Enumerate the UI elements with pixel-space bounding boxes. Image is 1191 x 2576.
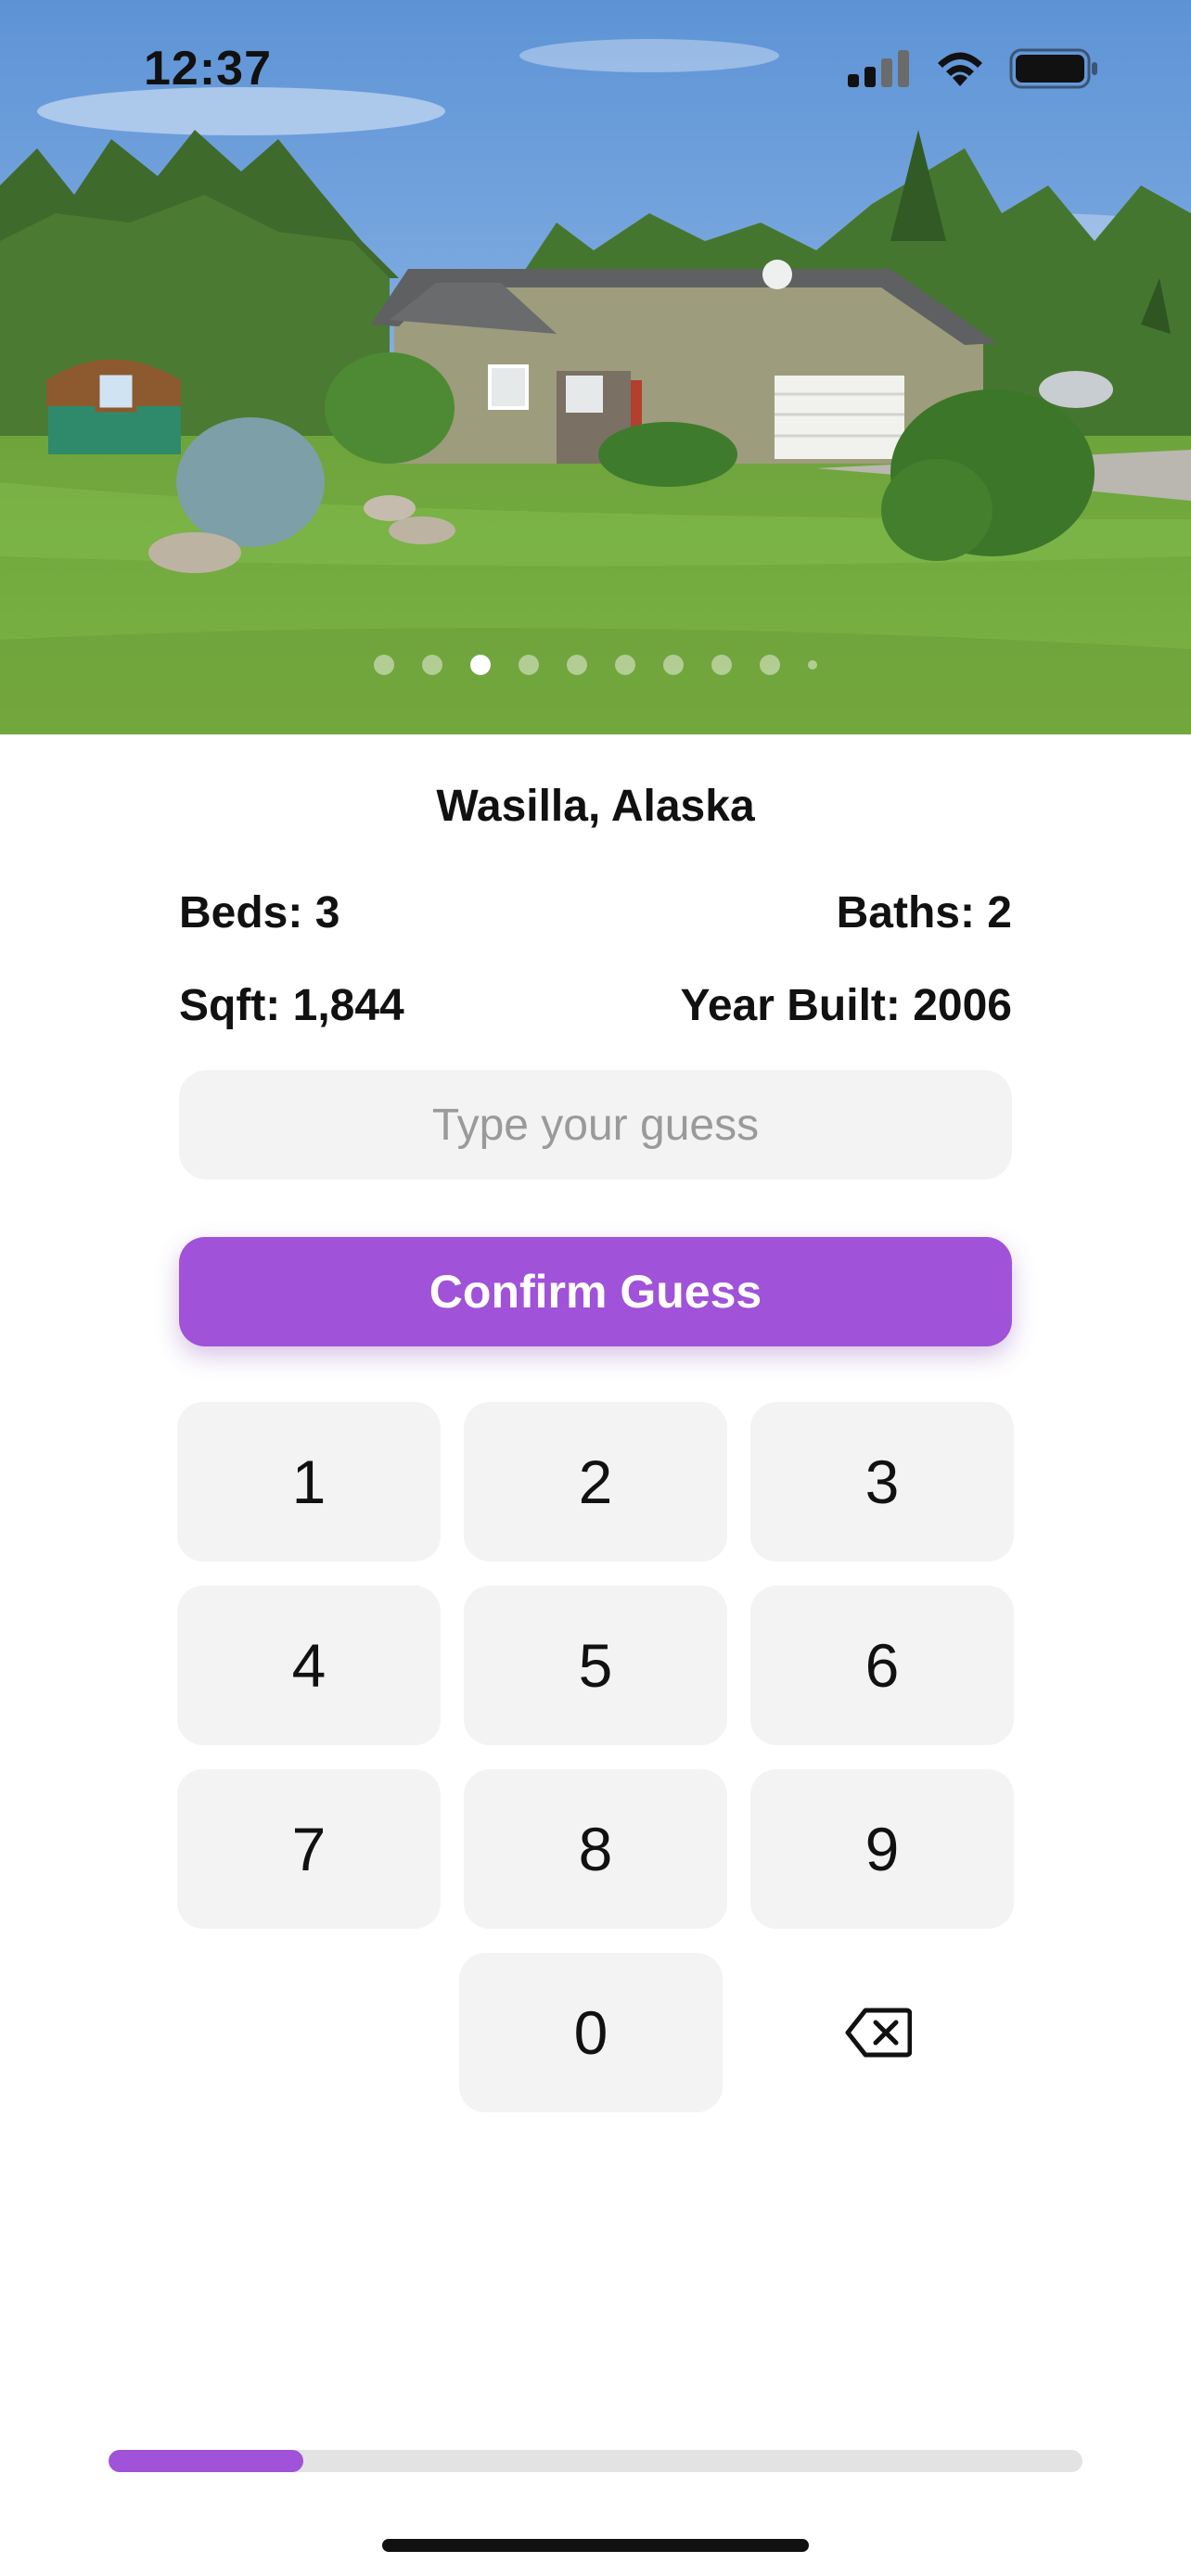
- carousel-page-indicator[interactable]: [0, 655, 1191, 675]
- carousel-dot[interactable]: [615, 655, 635, 675]
- carousel-dot[interactable]: [519, 655, 539, 675]
- cellular-signal-icon: [848, 50, 909, 87]
- carousel-dot[interactable]: [808, 660, 817, 670]
- carousel-dot[interactable]: [567, 655, 587, 675]
- baths-count: Baths: 2: [836, 888, 1012, 937]
- carousel-dot-active[interactable]: [470, 655, 491, 675]
- keypad-key-2[interactable]: 2: [464, 1402, 727, 1562]
- house-photo: [0, 0, 1191, 734]
- progress-fill: [109, 2450, 303, 2472]
- carousel-dot[interactable]: [711, 655, 732, 675]
- square-footage: Sqft: 1,844: [179, 981, 404, 1030]
- keypad-key-8[interactable]: 8: [464, 1769, 727, 1929]
- guess-input[interactable]: [179, 1070, 1012, 1180]
- carousel-dot[interactable]: [663, 655, 684, 675]
- listing-photo-carousel[interactable]: 12:37: [0, 0, 1191, 734]
- round-progress-bar: [109, 2450, 1082, 2472]
- keypad-backspace-button[interactable]: [747, 1953, 1010, 2112]
- keypad-key-4[interactable]: 4: [177, 1586, 441, 1745]
- year-built: Year Built: 2006: [680, 981, 1012, 1030]
- keypad-key-3[interactable]: 3: [750, 1402, 1014, 1562]
- listing-location: Wasilla, Alaska: [436, 782, 755, 831]
- keypad-key-1[interactable]: 1: [177, 1402, 441, 1562]
- battery-icon: [1009, 48, 1097, 89]
- backspace-icon: [845, 2008, 912, 2058]
- status-time: 12:37: [144, 42, 272, 96]
- confirm-guess-button[interactable]: Confirm Guess: [179, 1237, 1012, 1346]
- wifi-icon: [938, 52, 982, 86]
- carousel-dot[interactable]: [422, 655, 442, 675]
- keypad-key-9[interactable]: 9: [750, 1769, 1014, 1929]
- status-icons: [848, 48, 1098, 89]
- beds-count: Beds: 3: [179, 888, 340, 937]
- home-indicator[interactable]: [382, 2539, 809, 2552]
- carousel-dot[interactable]: [374, 655, 394, 675]
- keypad-key-7[interactable]: 7: [177, 1769, 441, 1929]
- carousel-dot[interactable]: [760, 655, 780, 675]
- keypad-key-0[interactable]: 0: [459, 1953, 723, 2112]
- keypad-key-6[interactable]: 6: [750, 1586, 1014, 1745]
- keypad-key-5[interactable]: 5: [464, 1586, 727, 1745]
